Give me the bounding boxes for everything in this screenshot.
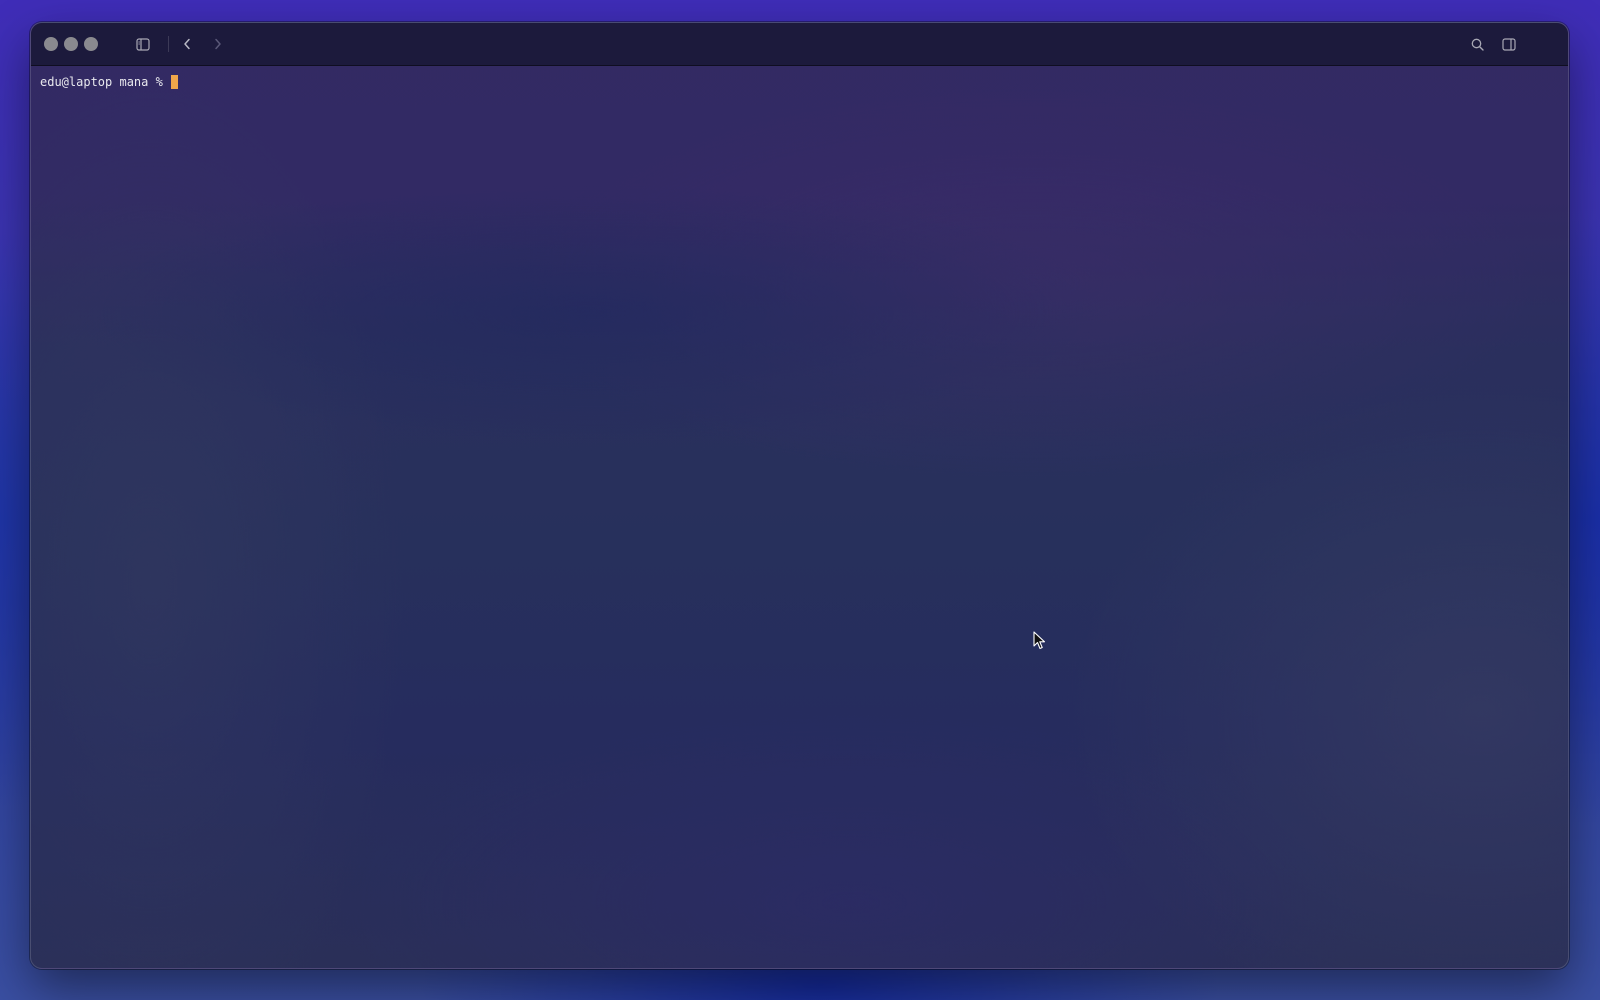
terminal-window: edu@laptop mana %	[30, 22, 1569, 969]
zoom-button[interactable]	[84, 37, 98, 51]
search-icon[interactable]	[1469, 36, 1485, 52]
right-sidebar-icon[interactable]	[1501, 36, 1517, 52]
forward-chevron-icon[interactable]	[210, 36, 226, 52]
terminal-content[interactable]: edu@laptop mana %	[31, 66, 1568, 968]
back-chevron-icon[interactable]	[179, 36, 195, 52]
text-cursor	[171, 75, 179, 89]
shell-prompt: edu@laptop mana %	[40, 75, 171, 89]
sidebar-toggle-icon[interactable]	[135, 36, 151, 52]
mouse-pointer-icon	[1033, 631, 1046, 650]
toolbar-divider	[168, 36, 169, 52]
title-bar[interactable]	[31, 23, 1568, 66]
prompt-line: edu@laptop mana %	[40, 75, 179, 89]
minimize-button[interactable]	[64, 37, 78, 51]
close-button[interactable]	[44, 37, 58, 51]
